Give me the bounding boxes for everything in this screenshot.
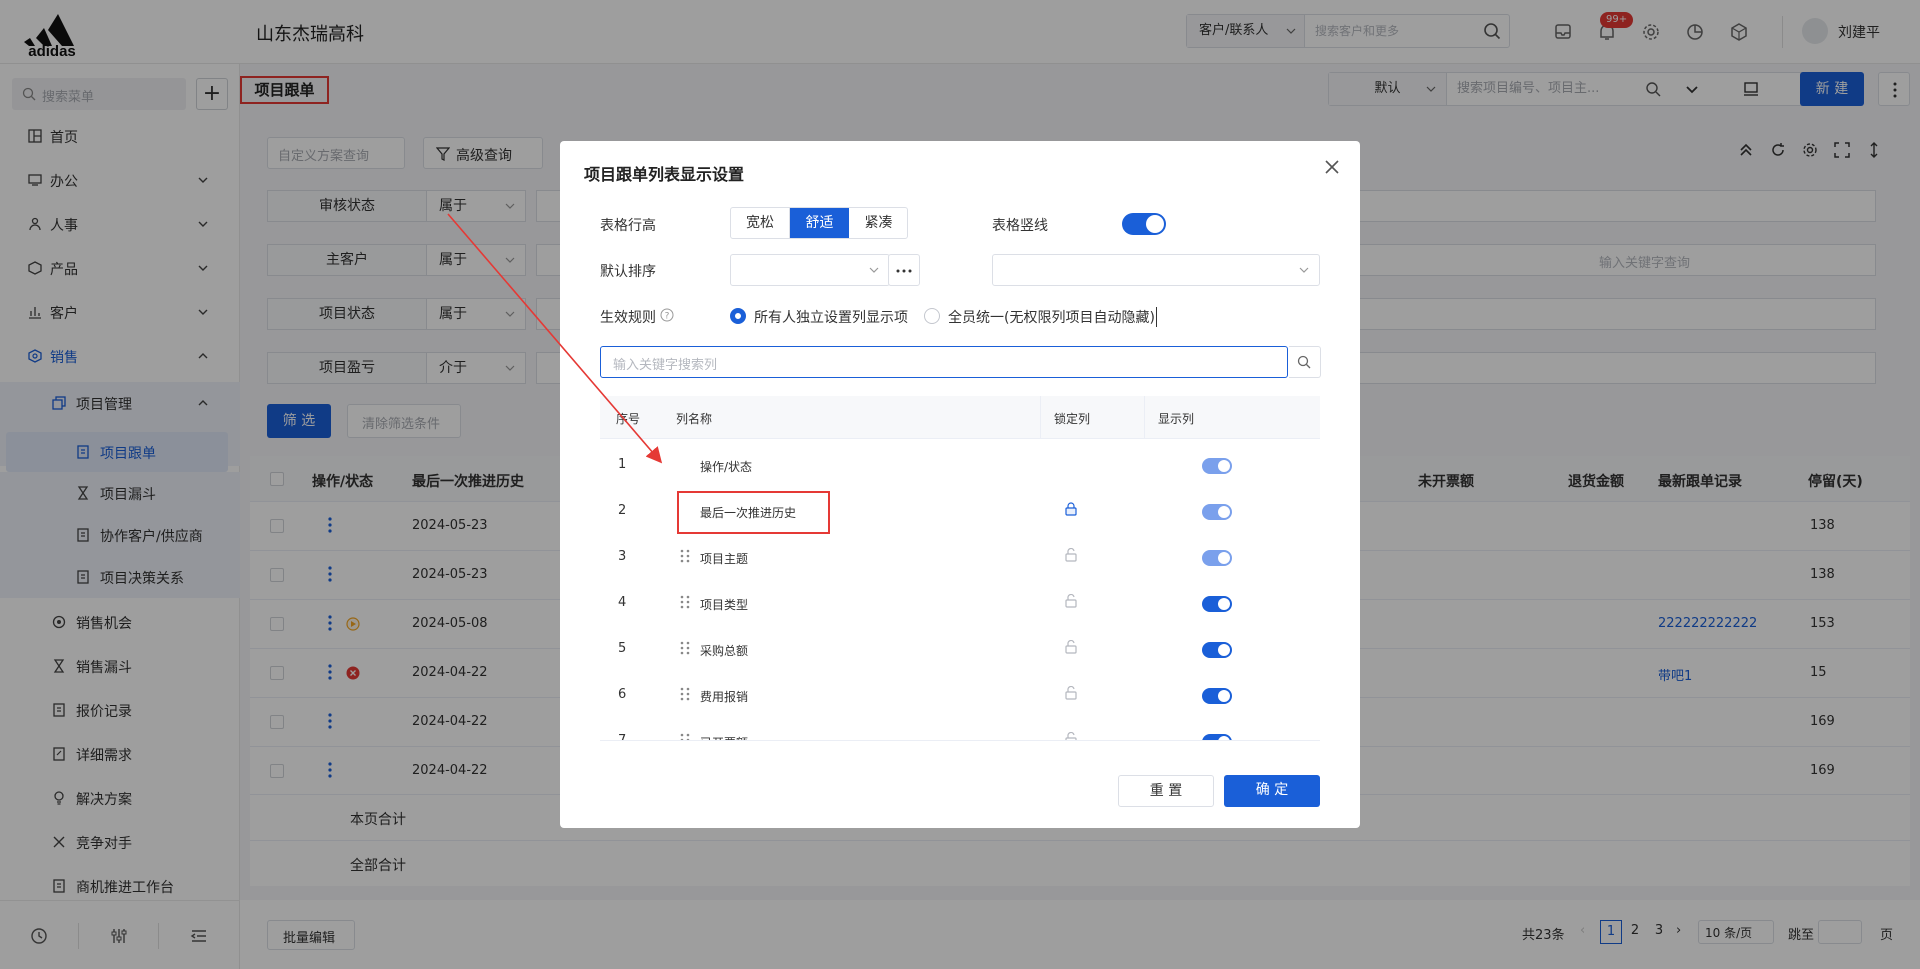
rule-individual-radio[interactable] <box>730 308 746 324</box>
show-column-toggle[interactable] <box>1202 642 1232 658</box>
column-list-item[interactable]: 4 项目类型 <box>600 580 1320 626</box>
drag-handle-icon[interactable] <box>680 733 690 741</box>
sort-label: 默认排序 <box>600 264 656 280</box>
unlock-icon[interactable] <box>1064 732 1078 741</box>
column-name: 项目主题 <box>700 552 749 566</box>
rule-unified-radio[interactable] <box>924 308 940 324</box>
help-icon[interactable]: ? <box>660 308 674 322</box>
drag-handle-icon[interactable] <box>680 549 690 563</box>
show-column-toggle[interactable] <box>1202 734 1232 740</box>
column-list-item[interactable]: 7 已开票额 <box>600 718 1320 741</box>
reset-button[interactable]: 重 置 <box>1118 775 1214 807</box>
column-name: 项目类型 <box>700 598 749 612</box>
column-list-table: 序号 列名称 锁定列 显示列 1 操作/状态 2 最后一次推进历史 3 项目主题 4 项目类型… <box>600 396 1320 741</box>
vline-toggle[interactable] <box>1122 213 1166 235</box>
chevron-down-icon <box>1299 267 1309 273</box>
column-settings-dialog: 项目跟单列表显示设置 表格行高 宽松 舒适 紧凑 表格竖线 默认排序 生效规则 … <box>560 141 1360 828</box>
column-name: 操作/状态 <box>700 460 753 474</box>
row-height-compact[interactable]: 紧凑 <box>849 208 907 238</box>
column-list-header: 序号 列名称 锁定列 显示列 <box>600 396 1320 439</box>
show-column-toggle[interactable] <box>1202 504 1232 520</box>
row-height-label: 表格行高 <box>600 218 656 234</box>
drag-handle-icon[interactable] <box>680 687 690 701</box>
rule-label: 生效规则 <box>600 310 656 326</box>
column-index: 4 <box>618 595 627 610</box>
sort-field-select[interactable] <box>730 254 890 286</box>
rule-individual-label[interactable]: 所有人独立设置列显示项 <box>754 307 908 327</box>
row-height-loose[interactable]: 宽松 <box>731 208 790 238</box>
column-index: 2 <box>618 503 627 518</box>
column-list-item[interactable]: 5 采购总额 <box>600 626 1320 672</box>
vline-label: 表格竖线 <box>992 218 1048 234</box>
sort-order-select[interactable] <box>992 254 1320 286</box>
show-column-toggle[interactable] <box>1202 550 1232 566</box>
chevron-down-icon <box>869 267 879 273</box>
unlock-icon[interactable] <box>1064 594 1078 608</box>
show-column-toggle[interactable] <box>1202 596 1232 612</box>
more-horizontal-icon <box>896 269 912 273</box>
close-icon[interactable] <box>1322 157 1342 177</box>
column-index: 1 <box>618 457 627 472</box>
lock-icon[interactable] <box>1064 502 1078 516</box>
show-column-toggle[interactable] <box>1202 688 1232 704</box>
column-index: 6 <box>618 687 627 702</box>
dialog-title: 项目跟单列表显示设置 <box>584 165 745 184</box>
column-name: 采购总额 <box>700 644 749 658</box>
column-name: 已开票额 <box>700 734 748 740</box>
column-list-item[interactable]: 6 费用报销 <box>600 672 1320 718</box>
drag-handle-icon[interactable] <box>680 641 690 655</box>
column-list-item[interactable]: 3 项目主题 <box>600 534 1320 580</box>
unlock-icon[interactable] <box>1064 640 1078 654</box>
highlight-box <box>677 491 830 534</box>
column-search-button[interactable] <box>1289 346 1321 378</box>
column-list-item[interactable]: 1 操作/状态 <box>600 442 1320 488</box>
column-search-input[interactable]: 输入关键字搜索列 <box>600 346 1321 378</box>
row-height-comfortable[interactable]: 舒适 <box>790 208 849 238</box>
confirm-button[interactable]: 确 定 <box>1224 775 1320 807</box>
column-index: 5 <box>618 641 627 656</box>
column-index: 3 <box>618 549 627 564</box>
rule-unified-label[interactable]: 全员统一(无权限列项目自动隐藏) <box>948 307 1157 327</box>
column-index: 7 <box>618 733 627 741</box>
unlock-icon[interactable] <box>1064 686 1078 700</box>
column-name: 费用报销 <box>700 690 749 704</box>
drag-handle-icon[interactable] <box>680 595 690 609</box>
unlock-icon[interactable] <box>1064 548 1078 562</box>
row-height-segment: 宽松 舒适 紧凑 <box>730 207 908 239</box>
sort-more-button[interactable] <box>888 254 920 286</box>
show-column-toggle[interactable] <box>1202 458 1232 474</box>
svg-text:?: ? <box>665 312 670 322</box>
search-icon <box>1297 355 1311 369</box>
